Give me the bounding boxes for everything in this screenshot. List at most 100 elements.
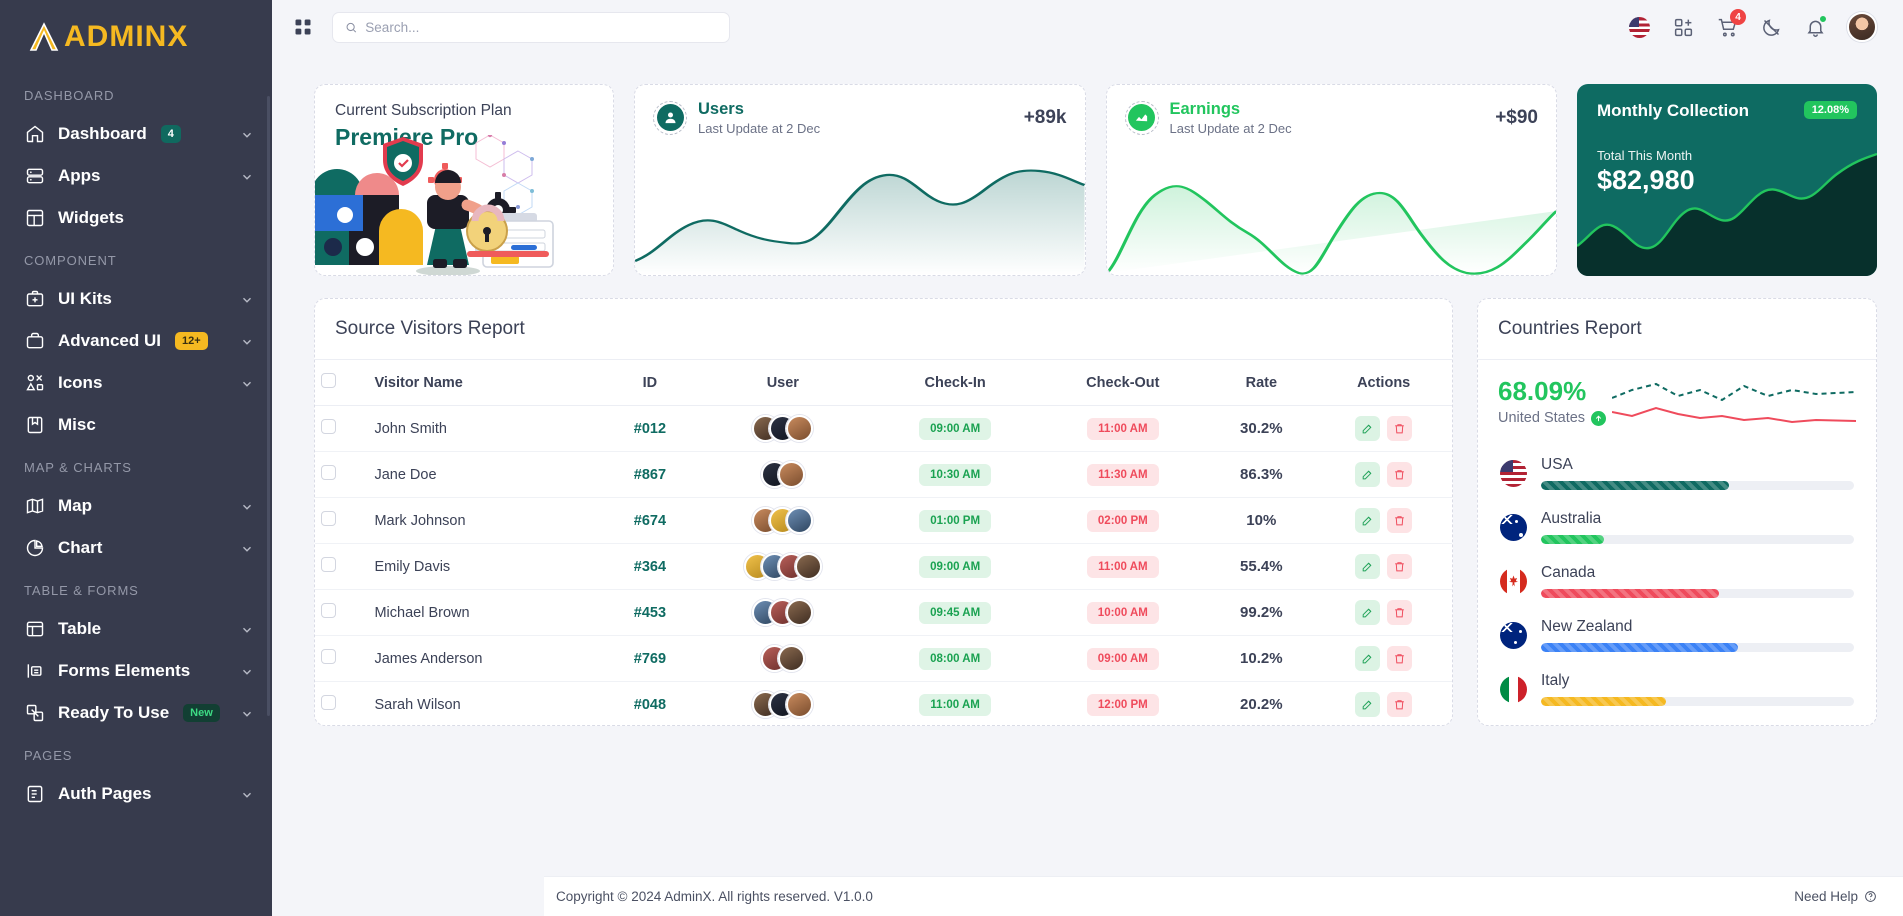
row-checkbox[interactable] — [321, 695, 336, 710]
country-name: USA — [1541, 456, 1573, 473]
table-row[interactable]: Mark Johnson #674 01:00 PM 02:00 PM 10% — [315, 497, 1452, 544]
subscription-card[interactable]: Current Subscription Plan Premiere Pro — [314, 84, 614, 276]
delete-icon[interactable] — [1387, 462, 1413, 487]
sidebar-item-label: UI Kits — [58, 289, 112, 308]
sidebar-item-chart[interactable]: Chart — [0, 527, 272, 569]
edit-icon[interactable] — [1355, 554, 1381, 579]
checkin-badge: 01:00 PM — [919, 509, 992, 532]
bell-icon[interactable] — [1803, 15, 1827, 39]
users-sparkline — [635, 169, 1085, 275]
checkin-badge: 08:00 AM — [919, 647, 992, 670]
visitor-avatars-cell — [693, 405, 872, 452]
misc-icon — [24, 414, 46, 436]
earnings-sparkline — [1106, 185, 1556, 275]
delete-icon[interactable] — [1387, 554, 1413, 579]
sidebar-item-icons[interactable]: Icons — [0, 362, 272, 404]
delete-icon[interactable] — [1387, 692, 1413, 717]
sidebar-section-map-charts: MAP & CHARTS — [24, 460, 132, 475]
chevron-down-icon[interactable] — [240, 787, 254, 801]
chevron-down-icon[interactable] — [240, 664, 254, 678]
monthly-collection-sparkline — [1577, 152, 1877, 276]
avatar — [786, 691, 814, 718]
avatar — [786, 599, 814, 626]
search-input[interactable] — [365, 19, 717, 35]
chevron-down-icon[interactable] — [240, 169, 254, 183]
earnings-card[interactable]: Earnings Last Update at 2 Dec +$90 — [1105, 84, 1557, 276]
actions-cell — [1315, 405, 1452, 452]
users-card[interactable]: Users Last Update at 2 Dec +89k — [634, 84, 1086, 276]
apps-icon — [24, 165, 46, 187]
chevron-down-icon[interactable] — [240, 127, 254, 141]
subscription-label: Current Subscription Plan — [335, 102, 512, 119]
search-box[interactable] — [332, 11, 730, 43]
sidebar-item-map[interactable]: Map — [0, 485, 272, 527]
chevron-down-icon[interactable] — [240, 706, 254, 720]
row-checkbox[interactable] — [321, 511, 336, 526]
sidebar-item-auth-pages[interactable]: Auth Pages — [0, 773, 272, 815]
trend-up-icon — [1591, 410, 1607, 426]
edit-icon[interactable] — [1355, 462, 1381, 487]
edit-icon[interactable] — [1355, 416, 1381, 441]
checkin-cell: 11:00 AM — [871, 681, 1039, 725]
row-checkbox[interactable] — [321, 649, 336, 664]
brand-logo[interactable]: ADMINX — [0, 0, 272, 74]
visitors-table-header: Visitor Name ID User Check-In Check-Out Rate A… — [315, 360, 1452, 406]
need-help-link[interactable]: Need Help — [1794, 889, 1877, 904]
chevron-down-icon[interactable] — [240, 292, 254, 306]
row-checkbox[interactable] — [321, 419, 336, 434]
sidebar-item-misc[interactable]: Misc — [0, 404, 272, 446]
table-row[interactable]: Emily Davis #364 09:00 AM 11:00 AM 55.4% — [315, 543, 1452, 590]
monthly-collection-card[interactable]: Monthly Collection 12.08% Total This Mon… — [1577, 84, 1877, 276]
sidebar-item-ready-to-use[interactable]: Ready To Use New — [0, 692, 272, 734]
visitors-table: Visitor Name ID User Check-In Check-Out Rate A… — [315, 360, 1452, 725]
edit-icon[interactable] — [1355, 692, 1381, 717]
main-area: 4 Current Subscription Plan Premiere Pro — [272, 0, 1903, 916]
edit-icon[interactable] — [1355, 646, 1381, 671]
grid-toggle-icon[interactable] — [290, 14, 316, 40]
notification-dot — [1819, 15, 1827, 23]
edit-icon[interactable] — [1355, 508, 1381, 533]
dark-mode-icon[interactable] — [1759, 15, 1783, 39]
delete-icon[interactable] — [1387, 646, 1413, 671]
sidebar-item-widgets[interactable]: Widgets — [0, 197, 272, 239]
checkin-badge: 11:00 AM — [919, 693, 991, 716]
row-checkbox[interactable] — [321, 557, 336, 572]
sidebar-scrollbar[interactable] — [267, 96, 270, 716]
chevron-down-icon[interactable] — [240, 376, 254, 390]
delete-icon[interactable] — [1387, 600, 1413, 625]
sidebar-item-advanced-ui[interactable]: Advanced UI 12+ — [0, 320, 272, 362]
table-row[interactable]: James Anderson #769 08:00 AM 09:00 AM 10.2% — [315, 635, 1452, 682]
rate-cell: 10% — [1207, 497, 1316, 544]
sidebar-item-dashboard[interactable]: Dashboard 4 — [0, 113, 272, 155]
chevron-down-icon[interactable] — [240, 334, 254, 348]
row-checkbox[interactable] — [321, 465, 336, 480]
delete-icon[interactable] — [1387, 508, 1413, 533]
sidebar-item-apps[interactable]: Apps — [0, 155, 272, 197]
chevron-down-icon[interactable] — [240, 499, 254, 513]
table-row[interactable]: John Smith #012 09:00 AM 11:00 AM 30.2% — [315, 405, 1452, 452]
avatar[interactable] — [1847, 12, 1877, 42]
edit-icon[interactable] — [1355, 600, 1381, 625]
row-checkbox[interactable] — [321, 603, 336, 618]
chevron-down-icon[interactable] — [240, 541, 254, 555]
sidebar-item-ui-kits[interactable]: UI Kits — [0, 278, 272, 320]
sidebar-item-forms-elements[interactable]: Forms Elements — [0, 650, 272, 692]
table-row[interactable]: Michael Brown #453 09:45 AM 10:00 AM 99.2% — [315, 589, 1452, 636]
sidebar-item-label: Advanced UI — [58, 331, 161, 350]
cart-icon[interactable]: 4 — [1715, 9, 1746, 39]
brand-name: ADMINX — [64, 20, 189, 53]
checkin-badge: 09:45 AM — [919, 601, 992, 624]
checkin-cell: 01:00 PM — [871, 497, 1039, 544]
visitor-name-cell: Michael Brown — [368, 589, 607, 636]
apps-add-icon[interactable] — [1671, 15, 1695, 39]
select-all-checkbox[interactable] — [321, 373, 336, 388]
sidebar-item-table[interactable]: Table — [0, 608, 272, 650]
delete-icon[interactable] — [1387, 416, 1413, 441]
visitors-col-select — [315, 360, 369, 406]
chevron-down-icon[interactable] — [240, 622, 254, 636]
help-circle-icon — [1865, 891, 1876, 902]
language-flag-icon[interactable] — [1627, 15, 1651, 39]
table-row[interactable]: Jane Doe #867 10:30 AM 11:30 AM 86.3% — [315, 451, 1452, 498]
visitors-col-user: User — [693, 360, 872, 406]
table-row[interactable]: Sarah Wilson #048 11:00 AM 12:00 PM 20.2% — [315, 681, 1452, 725]
